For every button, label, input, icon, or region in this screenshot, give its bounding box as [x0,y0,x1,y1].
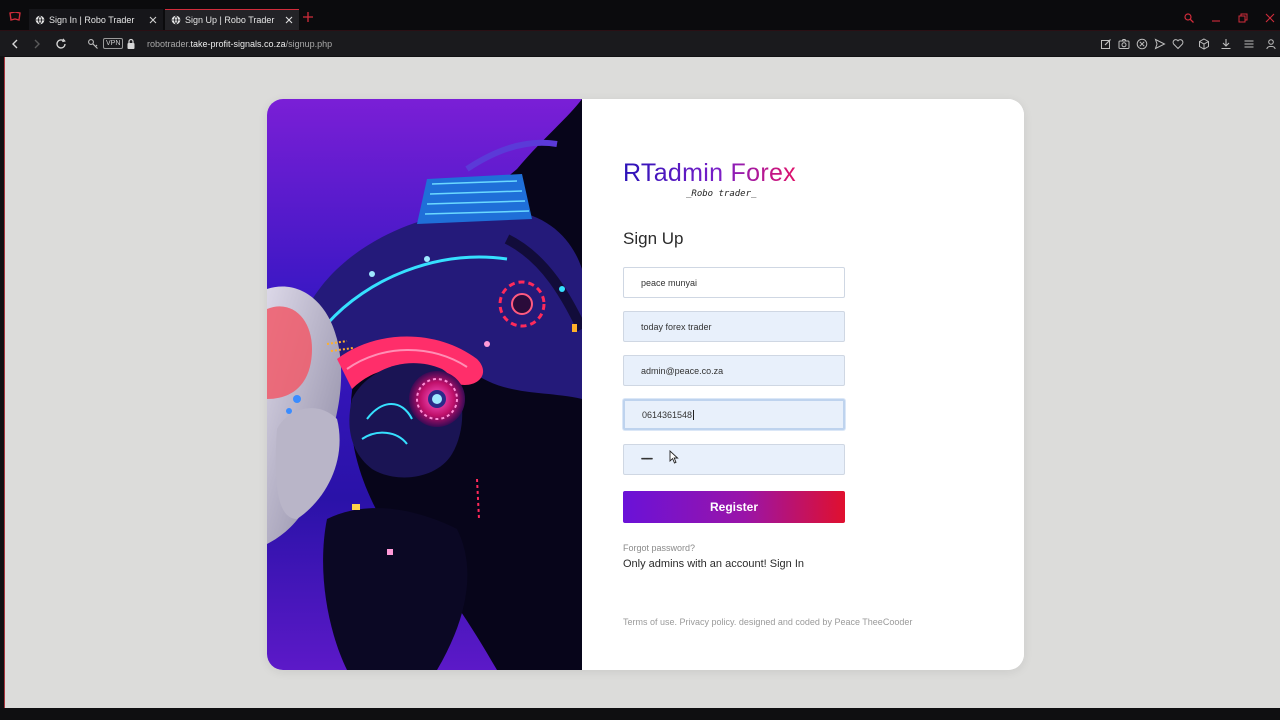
tab-label: Sign In | Robo Trader [49,14,135,25]
close-window-icon[interactable] [1265,13,1275,23]
robot-illustration [267,99,582,670]
profile-icon[interactable] [1265,38,1277,50]
browser-window: Sign In | Robo Trader Sign Up | Robo Tra… [0,0,1280,720]
tab-label: Sign Up | Robo Trader [185,15,275,25]
address-bar: VPN robotrader.take-profit-signals.co.za… [0,30,1280,56]
globe-icon [35,15,45,24]
reload-icon[interactable] [55,38,67,50]
signin-prefix-text: Only admins with an account! [623,558,767,570]
email-input[interactable]: admin@peace.co.za [623,355,845,386]
forgot-password-link[interactable]: Forgot password? [623,543,695,553]
forward-icon[interactable] [31,38,43,50]
menu-icon[interactable] [1243,38,1255,50]
send-icon[interactable] [1154,38,1166,50]
globe-icon [171,15,181,25]
camera-icon[interactable] [1118,38,1130,50]
back-icon[interactable] [9,38,21,50]
phone-input[interactable]: 0614361548 [623,399,845,430]
robot-artwork-image [267,99,582,670]
new-tab-plus-icon[interactable] [303,12,313,22]
title-input[interactable]: today forex trader [623,311,845,342]
input-value: peace munyai [641,277,698,288]
text-caret [693,409,695,420]
key-icon[interactable] [87,38,99,50]
tab-sign-in[interactable]: Sign In | Robo Trader [29,9,163,30]
mouse-cursor-icon [669,450,679,464]
close-tab-icon[interactable] [285,16,293,24]
page-viewport: RTadmin Forex _Robo trader_ Sign Up peac… [4,57,1280,708]
opera-gx-logo-icon[interactable] [9,12,21,21]
brand-tagline: _Robo trader_ [686,189,757,199]
brand-title: RTadmin Forex [623,159,796,187]
vpn-badge[interactable]: VPN [103,38,124,49]
full-name-input[interactable]: peace munyai [623,267,845,298]
signin-link[interactable]: Sign In [770,558,804,570]
edit-icon[interactable] [1100,38,1112,50]
footer-text: Terms of use. Privacy policy. designed a… [623,617,913,627]
minimize-icon[interactable] [1211,13,1221,23]
heart-icon[interactable] [1172,38,1184,50]
password-input[interactable]: •••••••••• [623,444,845,475]
restore-icon[interactable] [1238,13,1248,23]
bottom-strip [0,708,1280,720]
search-icon[interactable] [1184,13,1194,23]
signup-card: RTadmin Forex _Robo trader_ Sign Up peac… [267,99,1024,670]
signup-form-panel: RTadmin Forex _Robo trader_ Sign Up peac… [582,99,1024,670]
block-icon[interactable] [1136,38,1148,50]
input-value: •••••••••• [641,456,653,463]
input-value: 0614361548 [642,409,693,420]
url-text[interactable]: robotrader.take-profit-signals.co.za/sig… [147,39,332,49]
lock-icon[interactable] [125,38,137,50]
close-tab-icon[interactable] [149,16,157,24]
register-button[interactable]: Register [623,491,845,523]
download-icon[interactable] [1220,38,1232,50]
tab-sign-up[interactable]: Sign Up | Robo Trader [165,9,299,30]
signin-prompt: Only admins with an account! Sign In [623,558,804,570]
input-value: today forex trader [641,321,712,332]
input-value: admin@peace.co.za [641,365,724,376]
cube-icon[interactable] [1198,38,1210,50]
page-title: Sign Up [623,229,684,248]
tab-strip: Sign In | Robo Trader Sign Up | Robo Tra… [0,0,1280,32]
